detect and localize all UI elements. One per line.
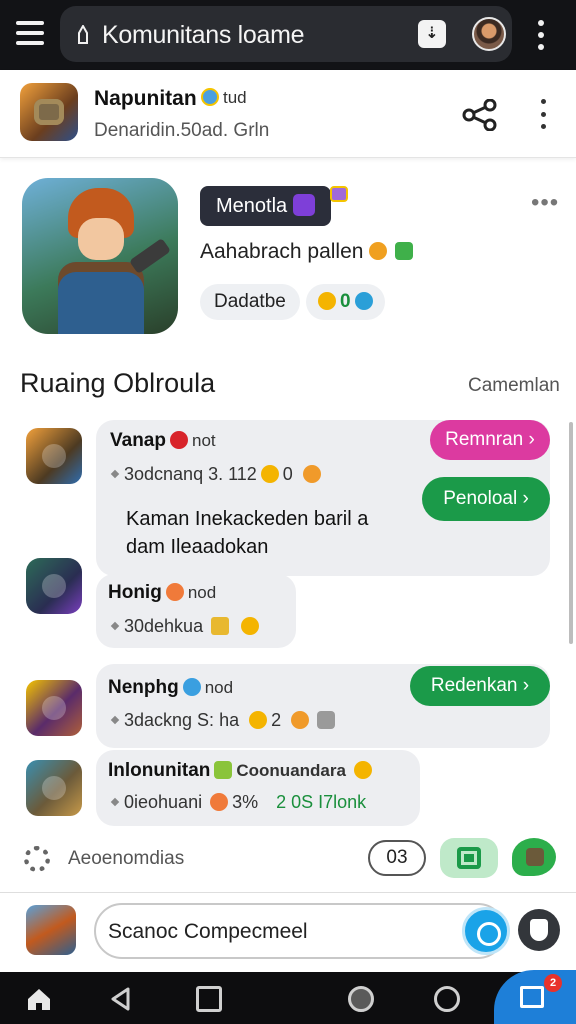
sparkle-icon (330, 186, 348, 202)
clock-icon[interactable] (434, 986, 460, 1012)
bottom-navigation: 2 (0, 970, 576, 1024)
notification-badge: 2 (544, 974, 562, 992)
recent-apps-icon (520, 986, 544, 1008)
lock-icon (78, 25, 88, 44)
more-icon[interactable] (536, 99, 550, 129)
featured-game-art[interactable] (22, 178, 178, 334)
game-icon[interactable] (348, 986, 374, 1012)
gift-icon (395, 242, 414, 260)
profile-icon[interactable] (472, 17, 506, 51)
more-icon[interactable]: ••• (531, 189, 559, 217)
hint-text: Aeoenomdias (68, 848, 185, 869)
crystal-icon (293, 194, 316, 216)
back-icon[interactable] (108, 986, 134, 1012)
community-badge: tud (201, 88, 247, 108)
globe-icon (201, 88, 219, 106)
smile-icon (353, 761, 372, 779)
send-icon[interactable] (462, 907, 510, 955)
grin-icon (165, 583, 184, 601)
flame-icon (210, 793, 229, 811)
item-avatar[interactable] (26, 428, 82, 484)
more-icon[interactable] (534, 20, 548, 50)
tab-icon[interactable]: ⇣ (418, 20, 446, 48)
recent-apps-button[interactable]: 2 (494, 970, 576, 1024)
item-name: Honig nod (108, 582, 217, 603)
composer: Scanoc Compecmeel (0, 892, 576, 972)
item-meta: 3odcnanq 3. 112 0 (110, 464, 325, 485)
address-bar[interactable]: Komunitans loame ⇣ (60, 6, 512, 62)
share-icon[interactable] (462, 99, 498, 131)
camera-icon (317, 711, 336, 729)
drop-icon (354, 292, 373, 310)
shield-icon[interactable] (518, 909, 560, 951)
community-subtitle: Denaridin.50ad. Grln (94, 120, 270, 141)
home-icon[interactable] (26, 986, 52, 1012)
coin-icon (318, 292, 336, 310)
url-text[interactable]: Komunitans loame (102, 21, 305, 50)
heart-icon (169, 431, 188, 449)
section-title: Ruaing Oblroula (20, 368, 216, 398)
trophy-icon (249, 711, 268, 729)
smile-icon (302, 465, 321, 483)
browser-toolbar: Komunitans loame ⇣ (0, 0, 576, 70)
smile-icon (241, 617, 260, 635)
item-action-button[interactable]: Remnran › (430, 420, 550, 460)
item-name: Inlonunitan Coonuandara (108, 760, 376, 782)
item-name: Nenphg nod (108, 677, 234, 698)
gallery-icon[interactable] (196, 986, 222, 1012)
featured-stats-pill[interactable]: 0 (306, 284, 385, 320)
scrollbar[interactable] (569, 422, 573, 644)
message-input[interactable]: Scanoc Compecmeel (94, 903, 506, 959)
item-primary-button[interactable]: Redenkan › (410, 666, 550, 706)
globe-icon (182, 678, 201, 696)
featured-pill[interactable]: Dadatbe (200, 284, 300, 320)
item-meta: 0ieohuani 3% 2 0S I7lonk (110, 792, 366, 813)
item-name: Vanap not (110, 430, 216, 451)
community-header: Napunitan tud Denaridin.50ad. Grln (0, 70, 576, 158)
menu-icon[interactable] (16, 21, 44, 45)
item-avatar[interactable] (26, 680, 82, 736)
gear-icon[interactable] (24, 846, 50, 872)
item-meta: 30dehkua (110, 616, 263, 637)
item-avatar[interactable] (26, 558, 82, 614)
badge-icon (211, 617, 230, 635)
counter-chip[interactable]: 03 (368, 840, 426, 876)
item-message: Kaman Inekackeden baril a dam Ileaadokan (126, 508, 369, 558)
item-meta: 3dackng S: ha 2 (110, 710, 339, 731)
item-avatar[interactable] (26, 760, 82, 816)
community-name[interactable]: Napunitan (94, 87, 197, 111)
item-primary-button[interactable]: Penoloal › (422, 477, 550, 521)
fire-icon (369, 242, 388, 260)
section-link[interactable]: Camemlan (468, 375, 560, 397)
featured-description: Aahabrach pallen (200, 240, 414, 264)
featured-tag[interactable]: Menotla (200, 186, 332, 226)
sparkle-icon (214, 761, 233, 779)
avatar[interactable] (26, 905, 76, 955)
smile-icon (291, 711, 310, 729)
community-avatar[interactable] (20, 83, 78, 141)
chat-icon[interactable] (512, 838, 556, 876)
media-chip[interactable] (440, 838, 498, 878)
coin-icon (260, 465, 279, 483)
